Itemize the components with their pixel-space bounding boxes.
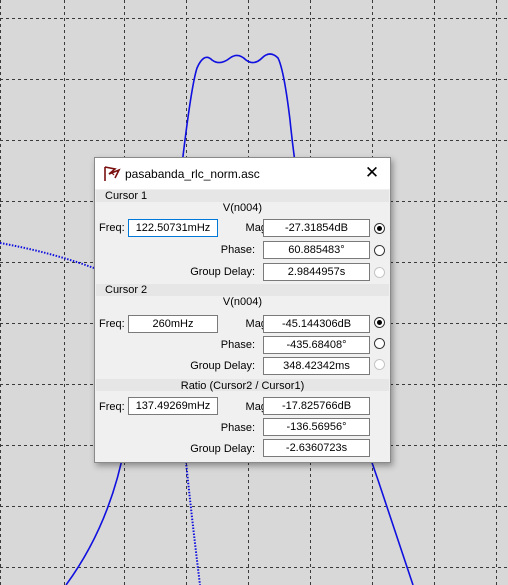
cursor1-gd-radio (374, 267, 385, 278)
ratio-gd-label: Group Delay: (190, 443, 255, 455)
cursor1-freq-label: Freq: (99, 222, 125, 234)
cursor2-freq-field[interactable]: 260mHz (128, 315, 218, 333)
ratio-freq-value: 137.49269mHz (128, 397, 218, 415)
cursor1-phase-label: Phase: (220, 244, 255, 256)
cursor2-gd-radio (374, 359, 385, 370)
close-button[interactable]: ✕ (354, 158, 390, 189)
cursor2-phase-value: -435.68408° (263, 336, 370, 354)
window-title: pasabanda_rlc_norm.asc (125, 167, 260, 181)
ratio-phase-value: -136.56956° (263, 418, 370, 436)
cursor1-mag-value: -27.31854dB (263, 219, 370, 237)
cursor2-gd-label: Group Delay: (190, 360, 255, 372)
cursor1-phase-value: 60.885483° (263, 241, 370, 259)
cursor1-label: Cursor 1 (105, 190, 148, 202)
ratio-label: Ratio (Cursor2 / Cursor1) (180, 380, 305, 392)
cursor2-gd-value: 348.42342ms (263, 357, 370, 375)
cursor2-mag-value: -45.144306dB (263, 315, 370, 333)
cursor2-freq-label: Freq: (99, 318, 125, 330)
ratio-mag-value: -17.825766dB (263, 397, 370, 415)
cursor2-mag-radio[interactable] (374, 317, 385, 328)
cursor1-phase-radio[interactable] (374, 245, 385, 256)
cursor1-gd-label: Group Delay: (190, 266, 255, 278)
cursor2-phase-label: Phase: (220, 339, 255, 351)
cursor1-mag-radio[interactable] (374, 223, 385, 234)
cursor1-trace: V(n004) (222, 202, 263, 214)
ratio-phase-label: Phase: (220, 422, 255, 434)
close-icon[interactable]: ✕ (365, 163, 379, 182)
cursor2-phase-radio[interactable] (374, 338, 385, 349)
cursor1-gd-value: 2.9844957s (263, 263, 370, 281)
ltspice-probe-icon (104, 166, 121, 181)
cursor-readout-dialog: pasabanda_rlc_norm.asc ✕ Cursor 1 V(n004… (94, 157, 391, 463)
cursor2-label: Cursor 2 (105, 284, 148, 296)
ratio-freq-label: Freq: (99, 401, 125, 413)
ratio-gd-value: -2.6360723s (263, 439, 370, 457)
cursor1-freq-field[interactable]: 122.50731mHz (128, 219, 218, 237)
title-bar[interactable]: pasabanda_rlc_norm.asc ✕ (95, 158, 390, 189)
cursor2-trace: V(n004) (222, 296, 263, 308)
